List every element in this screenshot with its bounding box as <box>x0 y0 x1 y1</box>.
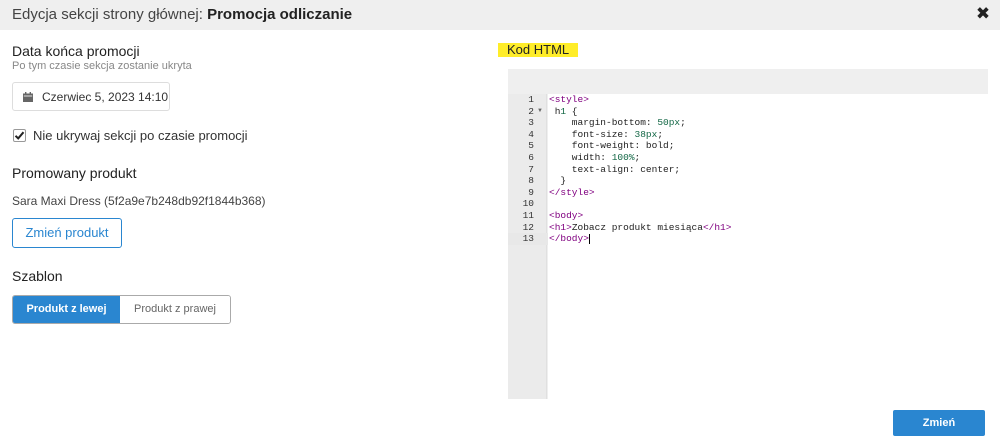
code-line: margin-bottom: 50px; <box>549 117 686 129</box>
template-option-right[interactable]: Produkt z prawej <box>120 296 230 323</box>
template-option-left[interactable]: Produkt z lewej <box>13 296 120 323</box>
line-number: 13 <box>522 233 534 245</box>
product-label: Promowany produkt <box>12 165 137 181</box>
line-number: 10 <box>522 198 534 210</box>
end-date-value: Czerwiec 5, 2023 14:10 <box>42 90 169 104</box>
line-number: 1 <box>528 94 534 105</box>
code-line: <h1>Zobacz produkt miesiąca</h1> <box>549 221 732 233</box>
dialog-header: Edycja sekcji strony głównej: Promocja o… <box>0 0 1000 30</box>
code-line: </style> <box>549 186 595 198</box>
line-number: 9 <box>528 186 534 198</box>
checkmark-icon <box>14 131 25 140</box>
code-line: </body> <box>549 233 590 245</box>
fold-arrow-icon[interactable]: ▼ <box>537 106 543 118</box>
calendar-icon <box>23 92 33 102</box>
dialog-title-prefix: Edycja sekcji strony głównej: <box>12 6 208 23</box>
line-number: 3 <box>528 117 534 129</box>
template-label: Szablon <box>12 268 63 284</box>
code-label: Kod HTML <box>498 43 579 57</box>
change-product-button[interactable]: Zmień produkt <box>12 218 122 248</box>
save-button[interactable]: Zmień <box>893 410 985 436</box>
code-editor[interactable]: 1 2 ▼ 3 4 5 6 7 8 9 10 11 12 13 <style> … <box>508 69 988 399</box>
close-icon[interactable]: ✖ <box>974 4 992 24</box>
code-line: width: 100%; <box>549 152 641 163</box>
line-number: 4 <box>528 128 534 140</box>
code-line: <body> <box>549 210 584 221</box>
code-line: font-weight: bold; <box>549 140 675 152</box>
template-selector: Produkt z lewej Produkt z prawej <box>12 295 231 324</box>
end-date-hint: Po tym czasie sekcja zostanie ukryta <box>12 60 192 72</box>
dialog-title: Edycja sekcji strony głównej: Promocja o… <box>12 6 352 23</box>
end-date-label: Data końca promocji <box>12 43 140 59</box>
line-number: 11 <box>522 210 534 221</box>
code-line: } <box>549 175 567 187</box>
hide-section-checkbox-label[interactable]: Nie ukrywaj sekcji po czasie promocji <box>33 128 248 143</box>
line-number: 7 <box>528 163 534 175</box>
line-number: 8 <box>528 175 534 187</box>
line-number: 5 <box>528 140 534 152</box>
line-number: 12 <box>522 221 534 233</box>
line-number: 2 <box>528 105 534 117</box>
code-line: h1 { <box>549 105 578 117</box>
code-line: font-size: 38px; <box>549 128 664 140</box>
dialog-title-name: Promocja odliczanie <box>207 6 353 23</box>
end-date-field[interactable]: Czerwiec 5, 2023 14:10 <box>12 82 170 111</box>
hide-section-checkbox[interactable] <box>13 129 26 142</box>
code-line: <style> <box>549 94 589 105</box>
code-line: text-align: center; <box>549 163 681 175</box>
product-name: Sara Maxi Dress (5f2a9e7b248db92f1844b36… <box>12 194 266 208</box>
line-number: 6 <box>528 152 534 163</box>
